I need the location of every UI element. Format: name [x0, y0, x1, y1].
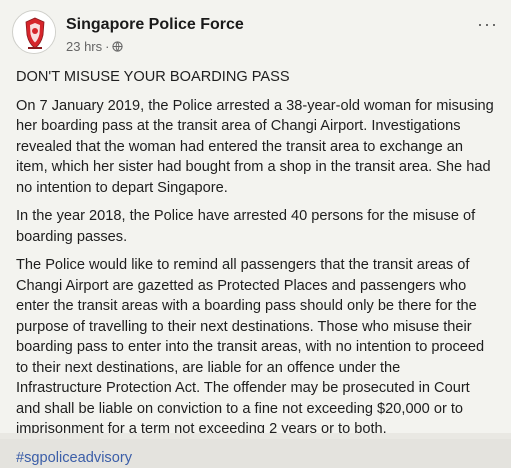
meta-separator: · [105, 39, 109, 54]
globe-icon [112, 41, 123, 52]
police-crest-icon [13, 11, 56, 54]
facebook-post: Singapore Police Force 23 hrs · ··· DON'… [0, 0, 511, 439]
post-time[interactable]: 23 hrs [66, 39, 102, 54]
page-name[interactable]: Singapore Police Force [66, 16, 244, 34]
post-meta: 23 hrs · [66, 39, 123, 54]
avatar[interactable] [12, 10, 56, 54]
post-paragraph-2: In the year 2018, the Police have arrest… [16, 206, 498, 247]
post-bottom-edge [0, 433, 511, 439]
more-options-button[interactable]: ··· [477, 14, 498, 35]
post-body: DON'T MISUSE YOUR BOARDING PASS On 7 Jan… [16, 67, 498, 468]
post-header: Singapore Police Force 23 hrs · ··· [12, 10, 502, 60]
hashtag-link[interactable]: #sgpoliceadvisory [16, 448, 132, 468]
post-paragraph-3: The Police would like to remind all pass… [16, 255, 498, 440]
post-paragraph-1: On 7 January 2019, the Police arrested a… [16, 96, 498, 199]
post-title: DON'T MISUSE YOUR BOARDING PASS [16, 67, 498, 88]
